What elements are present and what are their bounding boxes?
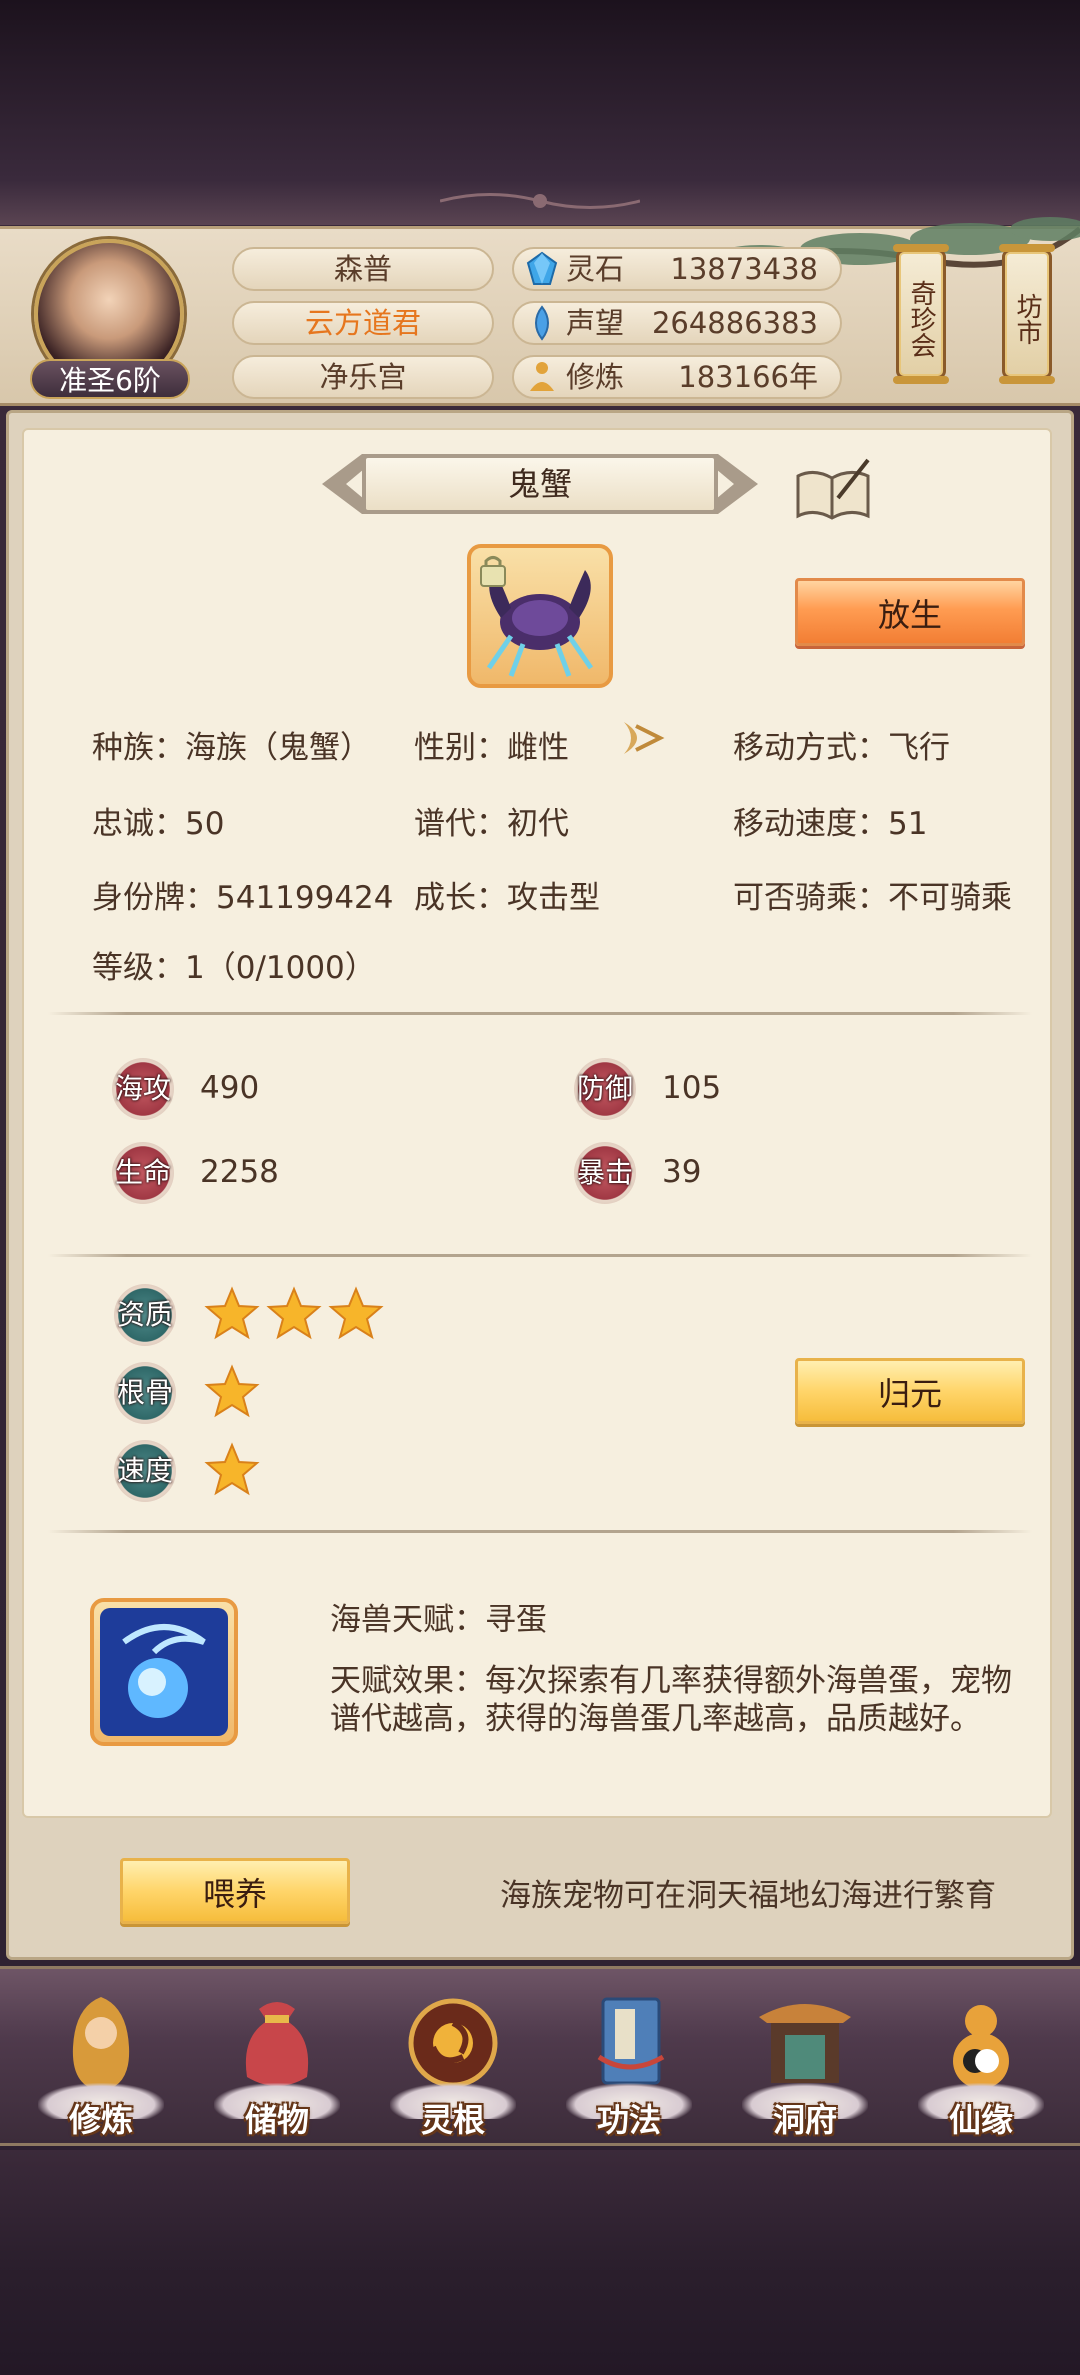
market-button[interactable]: 坊市 bbox=[999, 244, 1055, 384]
nav-label: 仙缘 bbox=[948, 2101, 1013, 2139]
dao-title: 云方道君 bbox=[232, 301, 494, 345]
resource-value: 264886383 bbox=[651, 306, 818, 340]
cave-mansion-icon bbox=[759, 2004, 851, 2083]
resource-value: 183166年 bbox=[678, 360, 818, 394]
star-icon bbox=[328, 1286, 384, 1340]
nav-label: 功法 bbox=[596, 2101, 661, 2139]
spirit-root-icon bbox=[408, 1998, 498, 2088]
divider bbox=[48, 1530, 1032, 1533]
resource-label: 声望 bbox=[566, 306, 625, 340]
quality-badge-aptitude: 资质 bbox=[114, 1284, 176, 1346]
nav-label: 灵根 bbox=[420, 2101, 485, 2139]
talent-icon-frame[interactable] bbox=[90, 1598, 238, 1746]
info-rideable: 可否骑乘：不可骑乘 bbox=[733, 880, 1012, 916]
stat-value-hp: 2258 bbox=[200, 1154, 279, 1190]
sea-egg-icon bbox=[100, 1608, 228, 1736]
star-icon bbox=[204, 1286, 260, 1340]
breeding-tip: 海族宠物可在洞天福地幻海进行繁育 bbox=[500, 1878, 996, 1914]
info-generation: 谱代：初代 bbox=[414, 806, 569, 842]
pet-name: 鬼蟹 bbox=[507, 465, 572, 503]
resource-spirit-stone: 灵石 13873438 bbox=[512, 247, 842, 291]
info-race: 种族：海族（鬼蟹） bbox=[92, 730, 371, 766]
nav-label: 储物 bbox=[244, 2101, 309, 2139]
divider bbox=[48, 1012, 1032, 1015]
quality-badge-bone: 根骨 bbox=[114, 1362, 176, 1424]
nav-technique[interactable]: 功法 bbox=[554, 1969, 704, 2149]
resource-label: 修炼 bbox=[566, 360, 625, 394]
stat-badge-hp: 生命 bbox=[112, 1142, 174, 1204]
info-level: 等级：1（0/1000） bbox=[92, 950, 376, 986]
bottom-nav: 修炼 储物 灵根 功法 洞府 仙缘 bbox=[0, 1966, 1080, 2146]
lock-icon bbox=[480, 556, 506, 587]
nav-storage[interactable]: 储物 bbox=[202, 1969, 352, 2149]
stat-badge-crit: 暴击 bbox=[574, 1142, 636, 1204]
player-name: 森普 bbox=[232, 247, 494, 291]
stat-value-defense: 105 bbox=[662, 1070, 722, 1106]
ornament-icon bbox=[440, 193, 640, 209]
storage-bag-icon bbox=[245, 2002, 309, 2086]
treasure-auction-button[interactable]: 奇珍会 bbox=[893, 244, 949, 384]
star-icon bbox=[266, 1286, 322, 1340]
star-icon bbox=[204, 1364, 260, 1418]
nav-immortal-fate[interactable]: 仙缘 bbox=[906, 1969, 1056, 2149]
stat-badge-defense: 防御 bbox=[574, 1058, 636, 1120]
star-icon bbox=[204, 1442, 260, 1496]
resource-label: 灵石 bbox=[566, 252, 625, 286]
cultivation-icon bbox=[72, 1997, 130, 2091]
divider bbox=[48, 1254, 1032, 1257]
nav-label: 洞府 bbox=[772, 2101, 837, 2139]
bottom-backdrop bbox=[0, 2150, 1080, 2375]
info-gender: 性别：雌性 bbox=[414, 730, 569, 766]
resource-prestige: 声望 264886383 bbox=[512, 301, 842, 345]
info-id-tag: 身份牌：541199424 bbox=[92, 880, 394, 916]
reset-button[interactable]: 归元 bbox=[795, 1358, 1025, 1424]
resource-value: 13873438 bbox=[670, 252, 818, 286]
pet-title-plate: 鬼蟹 bbox=[322, 448, 758, 520]
stat-badge-sea-attack: 海攻 bbox=[112, 1058, 174, 1120]
stat-value-sea-attack: 490 bbox=[200, 1070, 260, 1106]
immortal-fate-icon bbox=[953, 2005, 1009, 2089]
info-move-speed: 移动速度：51 bbox=[733, 806, 928, 842]
release-button[interactable]: 放生 bbox=[795, 578, 1025, 646]
player-avatar[interactable]: 准圣6阶 bbox=[30, 235, 190, 399]
spirit-stone-icon bbox=[526, 251, 558, 285]
realm-rank: 准圣6阶 bbox=[30, 359, 190, 399]
prestige-icon bbox=[535, 305, 549, 341]
talent-title: 海兽天赋：寻蛋 bbox=[330, 1602, 547, 1638]
nav-cultivation[interactable]: 修炼 bbox=[26, 1969, 176, 2149]
book-quill-icon[interactable] bbox=[794, 456, 872, 522]
info-move-type: 移动方式：飞行 bbox=[733, 730, 950, 766]
stat-value-crit: 39 bbox=[662, 1154, 702, 1190]
feed-button[interactable]: 喂养 bbox=[120, 1858, 350, 1924]
technique-book-icon bbox=[597, 1997, 665, 2085]
nav-spirit-root[interactable]: 灵根 bbox=[378, 1969, 528, 2149]
resource-cultivation: 修炼 183166年 bbox=[512, 355, 842, 399]
player-header: 准圣6阶 森普 云方道君 净乐宫 灵石 13873438 声望 26488638… bbox=[0, 217, 1080, 406]
meditation-icon bbox=[530, 362, 554, 391]
info-growth: 成长：攻击型 bbox=[414, 880, 600, 916]
nav-cave-mansion[interactable]: 洞府 bbox=[730, 1969, 880, 2149]
gender-switch-icon[interactable] bbox=[616, 716, 666, 760]
nav-label: 修炼 bbox=[68, 2101, 133, 2139]
quality-badge-speed: 速度 bbox=[114, 1440, 176, 1502]
talent-description: 天赋效果：每次探索有几率获得额外海兽蛋，宠物谱代越高，获得的海兽蛋几率越高，品质… bbox=[330, 1663, 1012, 1737]
dao-title-text: 云方道君 bbox=[304, 306, 421, 340]
info-loyalty: 忠诚：50 bbox=[92, 806, 225, 842]
sect-name: 净乐宫 bbox=[232, 355, 494, 399]
